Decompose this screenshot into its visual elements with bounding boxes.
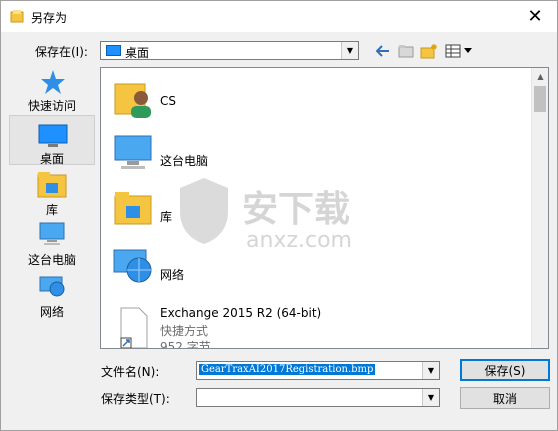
filename-input[interactable]: GearTraxAI2017Registration.bmp ▼ <box>196 361 440 380</box>
list-item[interactable]: 这台电脑 <box>105 130 525 182</box>
list-item[interactable]: CS <box>105 76 525 128</box>
scroll-up-icon[interactable]: ▲ <box>532 68 548 85</box>
computer-icon <box>114 135 152 169</box>
user-folder-icon <box>114 83 151 118</box>
file-name: 这台电脑 <box>160 154 209 168</box>
close-button[interactable]: ✕ <box>517 3 553 29</box>
save-in-value: 桌面 <box>125 46 150 60</box>
star-icon <box>41 70 65 94</box>
window-title: 另存为 <box>31 11 68 25</box>
shortcut-icon <box>120 307 148 348</box>
file-name: 库 <box>160 210 173 224</box>
file-name: Exchange 2015 R2 (64-bit) <box>160 306 322 320</box>
chevron-down-icon[interactable]: ▼ <box>341 42 358 59</box>
place-network[interactable]: 网络 <box>9 271 95 321</box>
place-library[interactable]: 库 <box>9 169 95 219</box>
save-in-dropdown[interactable]: 桌面 ▼ <box>100 41 359 60</box>
cancel-button[interactable]: 取消 <box>460 387 550 409</box>
back-button[interactable] <box>373 41 393 61</box>
filetype-label: 保存类型(T): <box>101 392 170 406</box>
app-icon <box>10 10 24 23</box>
watermark: 安下载 anxz.com <box>176 176 396 266</box>
filename-value[interactable]: GearTraxAI2017Registration.bmp <box>199 364 376 375</box>
network-icon <box>113 249 152 283</box>
desktop-mini-icon <box>106 45 121 56</box>
chevron-down-icon[interactable]: ▼ <box>422 362 439 379</box>
place-this-pc[interactable]: 这台电脑 <box>9 219 95 269</box>
library-icon <box>114 192 152 225</box>
save-as-dialog: 另存为 ✕ 保存在(I): 桌面 ▼ 快速访问 桌面 库 这台电脑 网络 CS … <box>0 0 558 431</box>
save-in-label: 保存在(I): <box>35 45 88 59</box>
desktop-icon <box>38 124 68 147</box>
list-item[interactable]: Exchange 2015 R2 (64-bit) 快捷方式 952 字节 <box>105 300 525 349</box>
watermark-sub: anxz.com <box>246 228 352 253</box>
view-menu-button[interactable] <box>444 41 474 61</box>
place-label: 网络 <box>39 305 64 319</box>
place-label: 库 <box>45 203 58 217</box>
place-label: 快速访问 <box>27 99 76 113</box>
save-button[interactable]: 保存(S) <box>460 359 550 381</box>
file-size: 952 字节 <box>160 340 211 349</box>
file-name: CS <box>160 94 176 108</box>
close-icon: ✕ <box>527 5 543 27</box>
up-folder-icon <box>398 45 414 58</box>
chevron-down-icon[interactable]: ▼ <box>422 389 439 406</box>
vertical-scrollbar[interactable]: ▲ <box>531 68 548 348</box>
place-quick-access[interactable]: 快速访问 <box>9 65 95 115</box>
place-label: 桌面 <box>39 152 64 166</box>
network-icon <box>39 276 65 297</box>
place-desktop[interactable]: 桌面 <box>9 115 95 166</box>
library-icon <box>37 172 67 198</box>
file-name: 网络 <box>160 268 185 282</box>
view-menu-icon <box>445 44 472 58</box>
place-label: 这台电脑 <box>27 253 76 267</box>
places-bar: 快速访问 桌面 库 这台电脑 网络 <box>9 65 95 425</box>
computer-icon <box>39 222 65 245</box>
watermark-text: 安下载 <box>242 189 351 230</box>
shield-icon <box>180 178 228 244</box>
filename-label: 文件名(N): <box>101 365 160 379</box>
up-folder-button[interactable] <box>396 41 416 61</box>
new-folder-icon <box>420 44 437 59</box>
new-folder-button[interactable] <box>419 41 439 61</box>
file-type: 快捷方式 <box>160 324 209 338</box>
scroll-thumb[interactable] <box>534 86 546 112</box>
arrow-left-icon <box>376 45 389 57</box>
title-bar: 另存为 ✕ <box>1 1 557 32</box>
filetype-dropdown[interactable]: ▼ <box>196 388 440 407</box>
